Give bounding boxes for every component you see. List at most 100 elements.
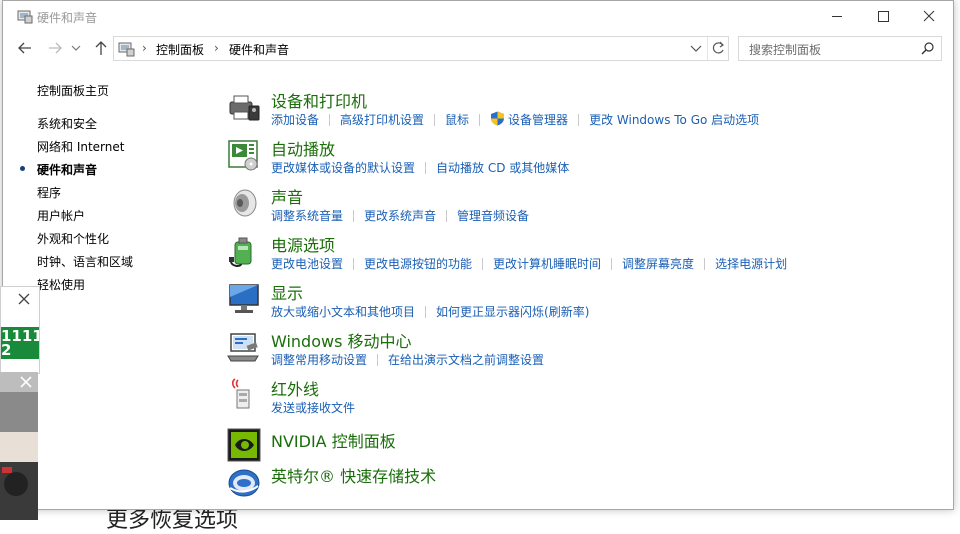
refresh-button[interactable]: [707, 37, 729, 60]
video-thumbnail: [0, 372, 38, 520]
mobility-center-icon: [227, 333, 259, 362]
link-battery-settings[interactable]: 更改电池设置: [271, 255, 343, 272]
maximize-icon: [878, 11, 889, 22]
category-title[interactable]: 红外线: [271, 376, 319, 400]
sidebar-item-programs[interactable]: 程序: [37, 184, 61, 201]
link-add-device[interactable]: 添加设备: [271, 111, 319, 128]
breadcrumb-hardware-sound[interactable]: 硬件和声音: [229, 41, 289, 58]
overlay-popup: 1111 2: [0, 286, 40, 374]
link-power-button[interactable]: 更改电源按钮的功能: [364, 255, 472, 272]
popup-green-text-2: 2: [1, 341, 12, 359]
breadcrumb-separator: ›: [142, 41, 147, 55]
speaker-icon: [233, 189, 257, 217]
address-dropdown-button[interactable]: [687, 37, 705, 60]
maximize-button[interactable]: [860, 1, 906, 32]
close-icon[interactable]: [20, 376, 32, 388]
link-mouse[interactable]: 鼠标: [445, 111, 469, 128]
close-button[interactable]: [906, 1, 952, 32]
category-links: 放大或缩小文本和其他项目 如何更正显示器闪烁(刷新率): [271, 303, 589, 320]
link-separator: [434, 114, 436, 126]
category-links: 更改媒体或设备的默认设置 自动播放 CD 或其他媒体: [271, 159, 569, 176]
sidebar-item-ease-of-access[interactable]: 轻松使用: [37, 276, 85, 293]
link-separator: [482, 258, 484, 270]
category-title[interactable]: 显示: [271, 280, 303, 304]
category-title[interactable]: 设备和打印机: [271, 88, 367, 112]
link-change-default-media[interactable]: 更改媒体或设备的默认设置: [271, 159, 415, 176]
close-icon: [923, 10, 935, 22]
sidebar-item-system-security[interactable]: 系统和安全: [37, 115, 97, 132]
sidebar-item-home[interactable]: 控制面板主页: [37, 82, 109, 99]
link-separator: [353, 258, 355, 270]
nvidia-icon: [227, 428, 261, 462]
link-refresh-rate[interactable]: 如何更正显示器闪烁(刷新率): [436, 303, 589, 320]
link-presentation-settings[interactable]: 在给出演示文档之前调整设置: [388, 351, 544, 368]
category-title[interactable]: 电源选项: [271, 232, 335, 256]
link-separator: [329, 114, 331, 126]
link-send-receive-files[interactable]: 发送或接收文件: [271, 399, 355, 416]
category-title[interactable]: Windows 移动中心: [271, 328, 412, 352]
close-icon[interactable]: [18, 293, 30, 305]
search-icon: [921, 42, 934, 55]
display-icon: [229, 284, 259, 313]
category-title[interactable]: 英特尔® 快速存储技术: [271, 463, 436, 487]
infrared-icon: [231, 378, 250, 409]
uac-shield-icon: [491, 111, 505, 126]
link-screen-brightness[interactable]: 调整屏幕亮度: [622, 255, 694, 272]
link-separator: [704, 258, 706, 270]
category-title[interactable]: 自动播放: [271, 136, 335, 160]
printer-icon: [229, 95, 260, 121]
sidebar-item-appearance[interactable]: 外观和个性化: [37, 230, 109, 247]
forward-button[interactable]: [45, 38, 65, 58]
minimize-button[interactable]: [814, 1, 860, 32]
overlay-video-popup: [0, 372, 38, 520]
category-title[interactable]: 声音: [271, 184, 303, 208]
up-button[interactable]: [91, 38, 111, 58]
sidebar-item-clock-region[interactable]: 时钟、语言和区域: [37, 253, 133, 270]
chevron-down-icon: [690, 45, 702, 52]
sidebar-item-hardware-sound[interactable]: 硬件和声音: [37, 161, 97, 178]
link-windows-to-go[interactable]: 更改 Windows To Go 启动选项: [589, 111, 759, 128]
category-links: 添加设备 高级打印机设置 鼠标 设备管理器 更改 Windows To Go 启动选项: [271, 111, 759, 128]
sidebar-item-user-accounts[interactable]: 用户帐户: [37, 207, 85, 224]
link-adjust-volume[interactable]: 调整系统音量: [271, 207, 343, 224]
link-manage-audio-devices[interactable]: 管理音频设备: [457, 207, 529, 224]
link-device-manager[interactable]: 设备管理器: [490, 111, 568, 128]
sidebar-item-network[interactable]: 网络和 Internet: [37, 138, 124, 155]
link-device-manager-label: 设备管理器: [508, 113, 569, 127]
link-mobility-settings[interactable]: 调整常用移动设置: [271, 351, 367, 368]
link-text-size[interactable]: 放大或缩小文本和其他项目: [271, 303, 415, 320]
navigation-bar: › 控制面板 › 硬件和声音 搜索控制面板: [3, 32, 953, 64]
category-links: 调整系统音量 更改系统声音 管理音频设备: [271, 207, 529, 224]
refresh-icon: [712, 41, 724, 54]
search-box[interactable]: 搜索控制面板: [738, 36, 942, 61]
category-links: 调整常用移动设置 在给出演示文档之前调整设置: [271, 351, 544, 368]
control-panel-icon: [118, 42, 135, 57]
link-change-system-sounds[interactable]: 更改系统声音: [364, 207, 436, 224]
category-title[interactable]: NVIDIA 控制面板: [271, 428, 396, 452]
popup-green-banner: 1111 2: [1, 327, 39, 359]
intel-rst-icon: [228, 469, 260, 497]
link-sleep-time[interactable]: 更改计算机睡眠时间: [493, 255, 601, 272]
breadcrumb-control-panel[interactable]: 控制面板: [156, 41, 204, 58]
link-advanced-printer-setup[interactable]: 高级打印机设置: [340, 111, 424, 128]
power-icon: [229, 237, 252, 267]
chevron-down-icon: [71, 45, 81, 51]
arrow-up-icon: [95, 41, 107, 55]
breadcrumb-separator: ›: [214, 41, 219, 55]
link-power-plan[interactable]: 选择电源计划: [715, 255, 787, 272]
autoplay-icon: [228, 140, 258, 171]
link-separator: [479, 114, 481, 126]
arrow-left-icon: [18, 42, 31, 54]
back-button[interactable]: [15, 38, 35, 58]
arrow-right-icon: [49, 42, 62, 54]
category-links: 更改电池设置 更改电源按钮的功能 更改计算机睡眠时间 调整屏幕亮度 选择电源计划: [271, 255, 787, 272]
recent-locations-button[interactable]: [70, 38, 82, 58]
selected-indicator: [20, 166, 25, 171]
link-autoplay-cd[interactable]: 自动播放 CD 或其他媒体: [436, 159, 569, 176]
title-bar: 硬件和声音: [3, 1, 953, 32]
link-separator: [353, 210, 355, 222]
window-title: 硬件和声音: [37, 11, 98, 25]
link-separator: [446, 210, 448, 222]
address-bar[interactable]: › 控制面板 › 硬件和声音: [113, 36, 729, 61]
link-separator: [578, 114, 580, 126]
